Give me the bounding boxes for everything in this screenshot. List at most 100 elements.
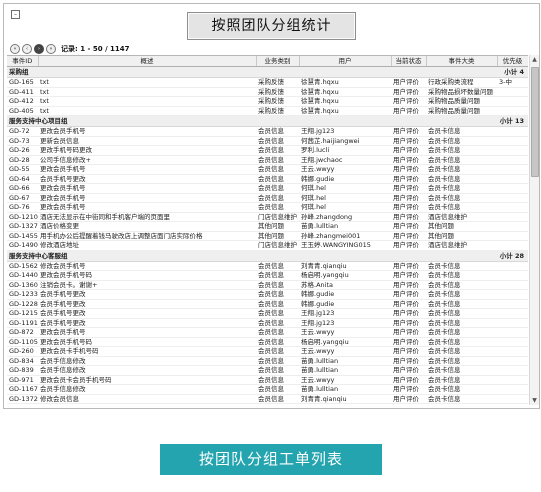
column-header-category[interactable]: 业务类别 <box>256 56 300 67</box>
cell-user: 王云.wwyy <box>299 375 391 385</box>
table-row[interactable]: GD-1455 用手机办公后提醒着钱马驶改店上调整店面门店实际价格 其他问题 孙峰.z… <box>7 231 528 241</box>
table-row[interactable]: GD-971 更改会员卡会员手机号码 会员信息 王云.wwyy 用户评价 会员卡信息 <box>7 375 528 385</box>
table-row[interactable]: GD-1327 酒店价格变更 其他问题 苗勇.lulltian 用户评价 其他问题 <box>7 221 528 232</box>
table-row[interactable]: GD-55 更改会员手机号 会员信息 王云.wwyy 用户评价 会员卡信息 <box>7 164 528 175</box>
table-row[interactable]: GD-1191 会员手机号更改 会员信息 王翔.jg123 用户评价 会员卡信息 <box>7 318 528 328</box>
cell-summary: 用手机办公后提醒着钱马驶改店上调整店面门店实际价格 <box>38 231 256 241</box>
cell-status: 用户评价 <box>391 212 426 222</box>
last-page-button[interactable]: » <box>46 44 56 54</box>
table-row[interactable]: GD-64 会员手机号更改 会员信息 韩娜.gudie 用户评价 会员卡信息 <box>7 174 528 184</box>
cell-category: 会员信息 <box>256 145 299 156</box>
caption-banner: 按团队分组工单列表 <box>160 444 382 475</box>
cell-summary: txt <box>38 106 256 116</box>
cell-event-class: 会员卡信息 <box>426 136 497 146</box>
table-row[interactable]: GD-834 会员手信息修改 会员信息 苗勇.lulltian 用户评价 会员卡信息 <box>7 356 528 366</box>
group-row[interactable]: 小计 28 服务支持中心客服组 <box>7 250 528 262</box>
table-row[interactable]: GD-1360 注销会员卡。谢谢+ 会员信息 苏格.Anita 用户评价 会员卡信息 <box>7 280 528 290</box>
table-row[interactable]: GD-411 txt 采购反馈 徐慧青.hqxu 用户评价 采购物品损坏数量问题 <box>7 87 528 97</box>
cell-event-class: 会员卡信息 <box>426 183 497 194</box>
cell-user: 何茜芷.haijiangwei <box>299 136 391 146</box>
cell-category: 门店信息维护 <box>256 240 299 251</box>
cell-status: 用户评价 <box>391 231 426 241</box>
table-row[interactable]: GD-76 更改会员手机号 会员信息 何琪.hel 用户评价 会员卡信息 <box>7 202 528 213</box>
table-row[interactable]: GD-1490 修改酒店地址 门店信息维护 王玉婷.WANGYING015 用户评价 酒店… <box>7 240 528 251</box>
cell-user: 王云.wwyy <box>299 164 391 175</box>
group-row[interactable]: 小计 4 采购组 <box>7 66 528 78</box>
table-row[interactable]: GD-1440 更改会员手机号码 会员信息 杨启明.yangqiu 用户评价 会员卡信息 <box>7 270 528 281</box>
cell-user: 孙峰.zhangmei001 <box>299 231 391 241</box>
scroll-up-icon[interactable]: ▲ <box>530 55 539 64</box>
table-row[interactable]: GD-73 更新会员信息 会员信息 何茜芷.haijiangwei 用户评价 会员卡信息 <box>7 136 528 146</box>
cell-id: GD-971 <box>7 375 38 385</box>
minimize-icon[interactable]: – <box>11 10 20 19</box>
cell-status: 用户评价 <box>391 202 426 213</box>
table-row[interactable]: GD-1167 会员手信息修改 会员信息 苗勇.lulltian 用户评价 会员卡信息 <box>7 384 528 395</box>
table-row[interactable]: GD-872 更改会员手机号 会员信息 王云.wwyy 用户评价 会员卡信息 <box>7 327 528 338</box>
table-row[interactable]: GD-260 更改会员卡手机号码 会员信息 王云.wwyy 用户评价 会员卡信息 <box>7 346 528 357</box>
table-row[interactable]: GD-1233 会员手机号更改 会员信息 韩娜.gudie 用户评价 会员卡信息 <box>7 289 528 300</box>
cell-id: GD-834 <box>7 356 38 366</box>
table-row[interactable]: GD-839 会员手信息修改 会员信息 苗勇.lulltian 用户评价 会员卡信息 <box>7 365 528 376</box>
column-header-summary[interactable]: 概述 <box>38 56 257 67</box>
cell-id: GD-1372 <box>7 394 38 404</box>
table-row[interactable]: GD-1210 酒店无法显示在中街同和手机客户端的页面里 门店信息维护 孙峰.zhan… <box>7 212 528 222</box>
first-page-button[interactable]: « <box>10 44 20 54</box>
cell-summary: 公司手信息修改+ <box>38 155 256 165</box>
cell-category: 会员信息 <box>256 384 299 395</box>
cell-summary: 会员手信息修改 <box>38 356 256 366</box>
cell-event-class: 会员卡信息 <box>426 145 497 156</box>
cell-id: GD-26 <box>7 145 38 156</box>
column-header-event-class[interactable]: 事件大类 <box>426 56 498 67</box>
ticket-table-container: 事件ID 概述 业务类别 用户 当前状态 事件大类 优先级 小计 4 采购组 GD-… <box>7 55 528 406</box>
cell-user: 苗勇.lulltian <box>299 356 391 366</box>
column-header-user[interactable]: 用户 <box>299 56 392 67</box>
cell-id: GD-1210 <box>7 212 38 222</box>
cell-event-class: 会员卡信息 <box>426 299 497 309</box>
cell-summary: 会员手机号更改 <box>38 318 256 328</box>
table-row[interactable]: GD-1372 修改会员信息 会员信息 刘青青.qianqiu 用户评价 会员卡信息 <box>7 394 528 404</box>
table-body: 小计 4 采购组 GD-165 txt 采购反馈 徐慧青.hqxu 用户评价 行政采购类流程 3… <box>7 66 528 404</box>
cell-event-class: 会员卡信息 <box>426 193 497 203</box>
cell-priority <box>497 365 528 376</box>
cell-category: 采购反馈 <box>256 106 299 116</box>
table-row[interactable]: GD-165 txt 采购反馈 徐慧青.hqxu 用户评价 行政采购类流程 3-中 <box>7 77 528 88</box>
table-row[interactable]: GD-66 更改会员手机号 会员信息 何琪.hel 用户评价 会员卡信息 <box>7 183 528 194</box>
table-row[interactable]: GD-26 更改手机号码更改 会员信息 罗利.lucli 用户评价 会员卡信息 <box>7 145 528 156</box>
scrollbar-thumb[interactable] <box>531 67 539 177</box>
prev-page-button[interactable]: ‹ <box>22 44 32 54</box>
column-header-status[interactable]: 当前状态 <box>391 56 427 67</box>
table-row[interactable]: GD-1215 会员手机号更改 会员信息 王翔.jg123 用户评价 会员卡信息 <box>7 308 528 319</box>
group-cell: 小计 4 采购组 <box>7 66 528 78</box>
table-row[interactable]: GD-72 更改会员手机号 会员信息 王翔.jg123 用户评价 会员卡信息 <box>7 126 528 137</box>
cell-event-class: 会员卡信息 <box>426 308 497 319</box>
cell-priority <box>497 394 528 404</box>
cell-id: GD-55 <box>7 164 38 175</box>
cell-priority <box>497 327 528 338</box>
cell-summary: txt <box>38 87 256 97</box>
table-row[interactable]: GD-1228 会员手机号更改 会员信息 韩娜.gudie 用户评价 会员卡信息 <box>7 299 528 309</box>
table-row[interactable]: GD-28 公司手信息修改+ 会员信息 王翔.jwchaoc 用户评价 会员卡信息 <box>7 155 528 165</box>
column-header-id[interactable]: 事件ID <box>7 56 39 67</box>
table-row[interactable]: GD-1562 修改会员手机号 会员信息 刘青青.qianqiu 用户评价 会员卡信息 <box>7 261 528 271</box>
scroll-down-icon[interactable]: ▼ <box>530 396 539 405</box>
table-row[interactable]: GD-412 txt 采购反馈 徐慧青.hqxu 用户评价 采购物品质量问题 <box>7 96 528 107</box>
cell-summary: 更新会员信息 <box>38 136 256 146</box>
cell-event-class: 会员卡信息 <box>426 261 497 271</box>
table-row[interactable]: GD-405 txt 采购反馈 徐慧青.hqxu 用户评价 采购物品质量问题 <box>7 106 528 116</box>
table-row[interactable]: GD-1105 更改会员手机号码 会员信息 杨启明.yangqiu 用户评价 会员卡信息 <box>7 337 528 347</box>
cell-priority <box>497 126 528 137</box>
cell-category: 会员信息 <box>256 280 299 290</box>
vertical-scrollbar[interactable]: ▲ ▼ <box>529 55 539 405</box>
cell-status: 用户评价 <box>391 136 426 146</box>
cell-category: 会员信息 <box>256 193 299 203</box>
cell-user: 王翔.jg123 <box>299 126 391 137</box>
column-header-priority[interactable]: 优先级 <box>497 56 528 67</box>
next-page-button[interactable]: › <box>34 44 44 54</box>
cell-priority <box>497 261 528 271</box>
group-name: 服务支持中心客服组 <box>9 251 68 260</box>
group-row[interactable]: 小计 13 服务支持中心项目组 <box>7 115 528 127</box>
group-name: 采购组 <box>9 68 29 76</box>
table-row[interactable]: GD-67 更改会员手机号 会员信息 何琪.hel 用户评价 会员卡信息 <box>7 193 528 203</box>
cell-id: GD-66 <box>7 183 38 194</box>
cell-status: 用户评价 <box>391 240 426 251</box>
